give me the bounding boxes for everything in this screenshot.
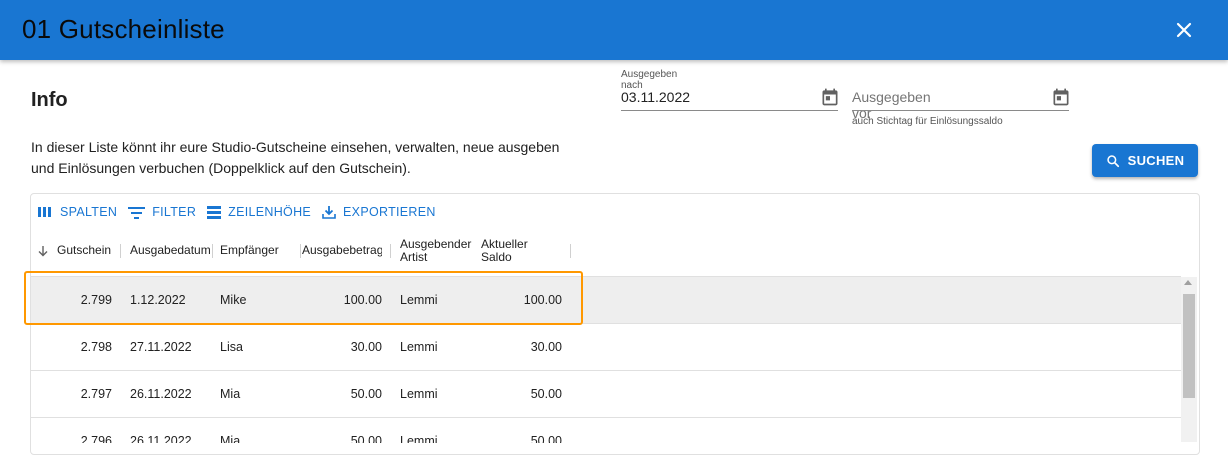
density-label: ZEILENHÖHE [228,205,312,219]
density-icon [207,205,222,219]
filter-label: FILTER [152,205,197,219]
cell-amount: 50.00 [350,387,382,401]
column-header-balance-line: Saldo [481,250,512,264]
cell-balance: 30.00 [530,340,562,354]
close-icon[interactable] [1172,18,1196,42]
filter-button[interactable]: FILTER [128,205,196,219]
column-header-balance[interactable]: Aktueller Saldo [481,238,561,264]
export-button[interactable]: EXPORTIEREN [322,205,436,219]
column-header-artist-line: Artist [400,250,428,264]
scroll-up-arrow-icon[interactable] [1184,280,1192,285]
column-header-amount[interactable]: Ausgabebetrag [302,244,382,257]
calendar-icon[interactable] [1051,87,1071,107]
column-separator[interactable] [120,244,121,258]
column-separator[interactable] [212,244,213,258]
columns-label: SPALTEN [60,205,118,219]
row-highlight-frame [24,271,583,325]
table-row[interactable]: 2.797 26.11.2022 Mia 50.00 Lemmi 50.00 [31,370,1181,418]
issued-after-label: Ausgegeben nach [621,69,678,91]
cell-voucher: 2.797 [80,387,112,401]
sort-arrow-down-icon[interactable] [37,245,49,257]
export-label: EXPORTIEREN [343,205,436,219]
download-icon [322,206,336,219]
column-header-voucher[interactable]: Gutschein [57,244,113,257]
cell-date: 26.11.2022 [130,387,192,401]
density-button[interactable]: ZEILENHÖHE [207,205,311,219]
dialog-titlebar: 01 Gutscheinliste [0,0,1228,60]
grid-toolbar: SPALTEN FILTER ZEILENHÖHE EXPORTIEREN [37,203,447,221]
column-separator[interactable] [570,244,571,258]
columns-icon [38,207,51,217]
table-row[interactable]: 2.798 27.11.2022 Lisa 30.00 Lemmi 30.00 [31,323,1181,371]
columns-button[interactable]: SPALTEN [37,205,117,219]
table-row[interactable]: 2.796 26.11.2022 Mia 50.00 Lemmi 50.00 [31,417,1181,443]
info-description-line: und Einlösungen verbuchen (Doppelklick a… [31,160,411,176]
cell-recipient: Lisa [220,340,243,354]
cell-date: 27.11.2022 [130,340,192,354]
info-description: In dieser Liste könnt ihr eure Studio-Gu… [31,137,611,179]
search-button-label: SUCHEN [1127,153,1185,168]
issued-after-input[interactable]: 03.11.2022 [621,89,690,105]
cell-artist: Lemmi [400,340,438,354]
cell-balance: 50.00 [530,387,562,401]
filter-icon [128,206,146,219]
column-separator[interactable] [390,244,391,258]
cell-voucher: 2.798 [80,340,112,354]
column-separator[interactable] [300,244,301,258]
search-button[interactable]: SUCHEN [1092,144,1198,177]
info-description-line: In dieser Liste könnt ihr eure Studio-Gu… [31,139,560,155]
calendar-icon[interactable] [820,87,840,107]
info-heading: Info [31,89,68,111]
dialog-title: 01 Gutscheinliste [22,14,225,44]
issued-before-helper: auch Stichtag für Einlösungssaldo [852,116,1003,127]
column-header-recipient[interactable]: Empfänger [220,244,296,257]
cell-artist: Lemmi [400,387,438,401]
search-icon [1106,154,1119,167]
column-header-issue-date[interactable]: Ausgabedatum [130,244,212,257]
cell-amount: 30.00 [350,340,382,354]
cell-recipient: Mia [220,387,241,401]
column-header-artist[interactable]: Ausgebender Artist [400,238,478,264]
scrollbar-thumb[interactable] [1183,294,1195,398]
